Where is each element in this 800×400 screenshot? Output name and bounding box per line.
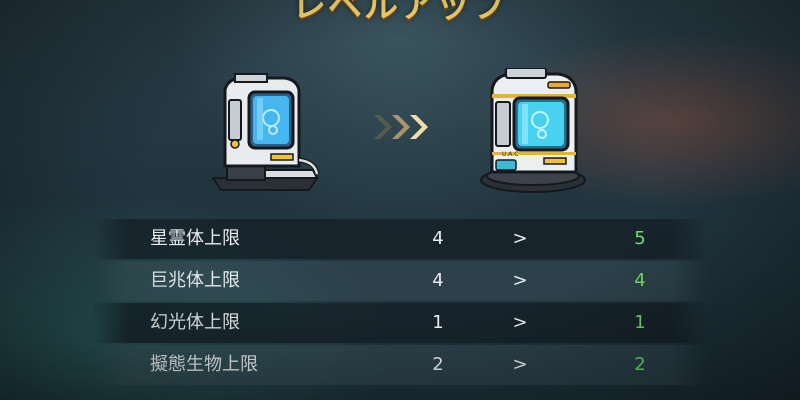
stat-next-value: 2: [634, 354, 646, 375]
stat-row: 幻光体上限 1 > 1: [92, 303, 708, 343]
stat-next-value: 5: [634, 228, 646, 249]
stat-current-value: 4: [432, 270, 444, 291]
stat-arrow: >: [512, 228, 528, 249]
page-title: レベルアップ: [292, 0, 508, 26]
stat-arrow: >: [512, 270, 528, 291]
stat-label: 擬態生物上限: [150, 354, 258, 375]
incubator-pod-upgraded-icon: U.A.C: [480, 68, 586, 193]
triple-chevron-right-icon: [374, 115, 428, 139]
stat-label: 巨兆体上限: [150, 270, 240, 291]
stat-row: 巨兆体上限 4 > 4: [92, 261, 708, 301]
stat-row: 星霊体上限 4 > 5: [92, 219, 708, 259]
stat-current-value: 1: [432, 312, 444, 333]
stat-arrow: >: [512, 312, 528, 333]
incubator-pod-icon: [211, 73, 320, 191]
stat-row: 擬態生物上限 2 > 2: [92, 345, 708, 385]
stats-table: 星霊体上限 4 > 5 巨兆体上限 4 > 4 幻光体上限 1 > 1 擬態生物…: [92, 219, 708, 387]
stat-next-value: 1: [634, 312, 646, 333]
stat-next-value: 4: [634, 270, 646, 291]
stat-arrow: >: [512, 354, 528, 375]
pod-label: U.A.C: [502, 151, 518, 158]
stat-current-value: 4: [432, 228, 444, 249]
stat-label: 星霊体上限: [150, 228, 240, 249]
stat-label: 幻光体上限: [150, 312, 240, 333]
stat-current-value: 2: [432, 354, 444, 375]
